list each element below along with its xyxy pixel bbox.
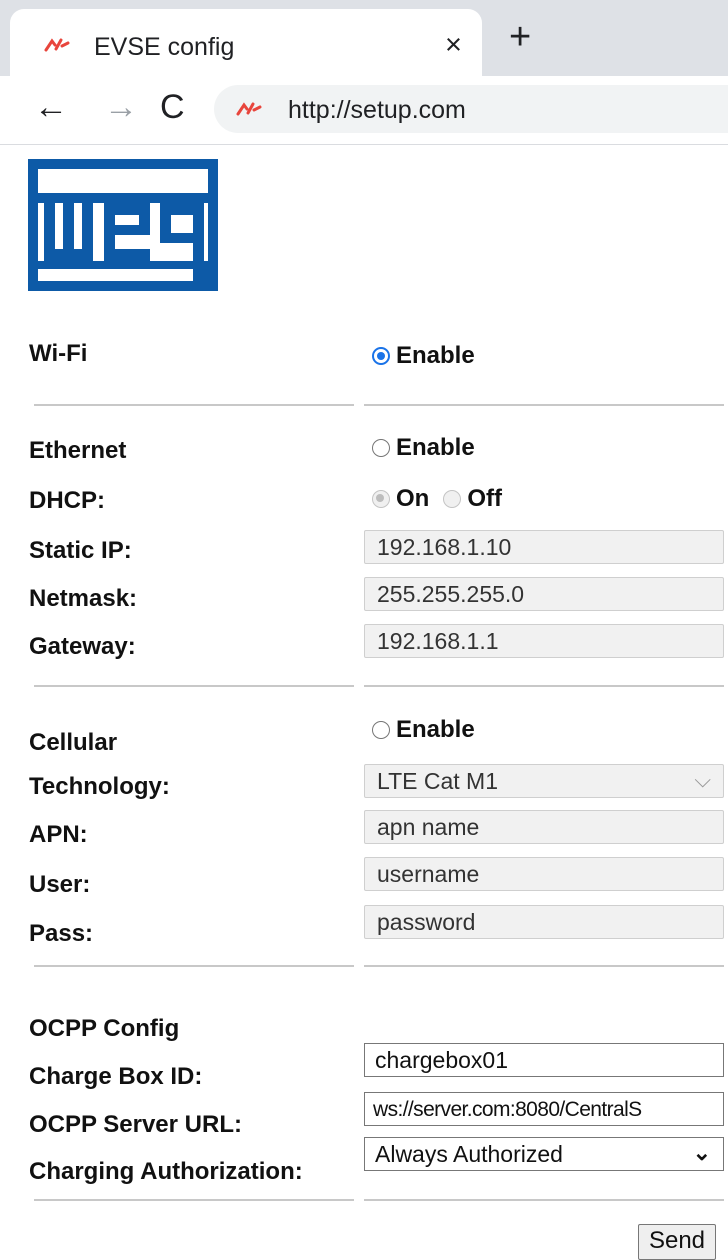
weg-logo xyxy=(28,159,218,291)
pass-input[interactable]: password xyxy=(364,905,724,939)
back-arrow-icon[interactable]: ← xyxy=(34,90,68,124)
divider xyxy=(364,1199,724,1201)
user-label: User: xyxy=(29,871,91,898)
charging-authorization-select[interactable]: Always Authorized ⌄ xyxy=(364,1137,724,1171)
chevron-down-icon: ⌄ xyxy=(692,1140,711,1165)
send-button[interactable]: Send xyxy=(638,1224,716,1260)
gateway-label: Gateway: xyxy=(29,633,136,660)
technology-label: Technology: xyxy=(29,773,170,800)
ethernet-enable-radio[interactable] xyxy=(372,439,390,457)
netmask-input[interactable]: 255.255.255.0 xyxy=(364,577,724,611)
cellular-enable-radio[interactable] xyxy=(372,721,390,739)
wifi-label: Wi-Fi xyxy=(29,340,88,367)
wifi-enable-label: Enable xyxy=(396,342,475,369)
ocpp-server-url-input[interactable]: ws://server.com:8080/CentralS xyxy=(364,1092,724,1126)
address-bar[interactable]: http://setup.com xyxy=(214,85,728,133)
static-ip-input[interactable]: 192.168.1.10 xyxy=(364,530,724,564)
cellular-enable-label: Enable xyxy=(396,716,475,743)
tab-close-icon[interactable]: × xyxy=(445,29,462,62)
apn-label: APN: xyxy=(29,821,88,848)
site-favicon-icon xyxy=(44,38,70,52)
wifi-enable-option[interactable]: Enable xyxy=(372,342,475,370)
cellular-enable-option[interactable]: Enable xyxy=(372,716,475,744)
browser-tab-evse-config[interactable]: EVSE config × xyxy=(10,9,482,76)
technology-value: LTE Cat M1 xyxy=(377,768,498,794)
dhcp-label: DHCP: xyxy=(29,487,105,514)
technology-select[interactable]: LTE Cat M1 ⌵ xyxy=(364,764,724,798)
divider xyxy=(364,685,724,687)
divider xyxy=(364,404,724,406)
charging-authorization-value: Always Authorized xyxy=(375,1141,563,1167)
charging-authorization-label: Charging Authorization: xyxy=(29,1158,303,1185)
ethernet-label: Ethernet xyxy=(29,437,127,464)
divider xyxy=(34,1199,354,1201)
dhcp-off-radio[interactable] xyxy=(443,490,462,508)
static-ip-label: Static IP: xyxy=(29,537,132,564)
user-input[interactable]: username xyxy=(364,857,724,891)
forward-arrow-icon[interactable]: → xyxy=(104,90,138,124)
ethernet-enable-option[interactable]: Enable xyxy=(372,434,475,462)
ocpp-server-url-label: OCPP Server URL: xyxy=(29,1111,242,1138)
divider xyxy=(34,965,354,967)
divider xyxy=(34,685,354,687)
browser-toolbar: ← → C http://setup.com xyxy=(0,76,728,145)
pass-label: Pass: xyxy=(29,920,94,947)
divider xyxy=(364,965,724,967)
charge-box-id-label: Charge Box ID: xyxy=(29,1063,203,1090)
browser-tab-strip: EVSE config × + xyxy=(0,0,728,76)
dhcp-off-label: Off xyxy=(467,485,502,512)
tab-title: EVSE config xyxy=(94,33,235,61)
site-favicon-icon xyxy=(236,102,262,116)
ocpp-config-label: OCPP Config xyxy=(29,1015,180,1042)
netmask-label: Netmask: xyxy=(29,585,138,612)
new-tab-icon[interactable]: + xyxy=(509,16,531,59)
dhcp-on-label: On xyxy=(396,485,430,512)
dhcp-options: On Off xyxy=(372,485,502,513)
apn-input[interactable]: apn name xyxy=(364,810,724,844)
wifi-enable-radio[interactable] xyxy=(372,347,390,365)
dhcp-on-radio[interactable] xyxy=(372,490,390,508)
gateway-input[interactable]: 192.168.1.1 xyxy=(364,624,724,658)
divider xyxy=(34,404,354,406)
reload-icon[interactable]: C xyxy=(160,90,185,124)
charge-box-id-input[interactable]: chargebox01 xyxy=(364,1043,724,1077)
chevron-down-icon: ⌵ xyxy=(694,767,711,792)
ethernet-enable-label: Enable xyxy=(396,434,475,461)
cellular-label: Cellular xyxy=(29,729,118,756)
address-url: http://setup.com xyxy=(288,96,466,124)
